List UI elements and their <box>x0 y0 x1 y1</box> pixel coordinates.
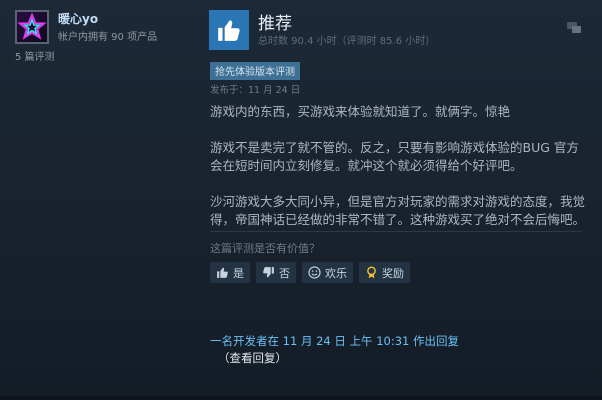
review-card: 暖心yo 帐户内拥有 90 项产品 5 篇评测 推荐 总时数 90.4 小时（评… <box>0 0 602 400</box>
posted-date: 发布于：11 月 24 日 <box>210 85 301 96</box>
divider <box>0 396 602 400</box>
review-paragraph: 游戏内的东西，买游戏来体验就知道了。就俩字。惊艳 <box>210 104 511 119</box>
star-avatar-icon <box>17 12 47 40</box>
award-icon <box>364 266 378 280</box>
author-review-count[interactable]: 5 篇评测 <box>15 48 55 63</box>
review-text: 游戏内的东西，买游戏来体验就知道了。就俩字。惊艳 游戏不是卖完了就不管的。反之，… <box>210 103 585 247</box>
thumbs-up-icon <box>215 266 229 280</box>
divider <box>210 231 582 232</box>
recommended-thumb <box>209 10 249 50</box>
review-paragraph: 游戏不是卖完了就不管的。反之，只要有影响游戏体验的BUG 官方会在短时间内立刻修… <box>210 140 579 173</box>
helpful-question: 这篇评测是否有价值？ <box>210 242 320 255</box>
translate-icon[interactable] <box>566 20 582 34</box>
avatar[interactable] <box>15 10 49 44</box>
thumbs-up-icon <box>218 20 240 41</box>
playtime: 总时数 90.4 小时（评测时 85.6 小时） <box>258 36 436 47</box>
award-button[interactable]: 奖励 <box>359 262 410 283</box>
vote-yes-label: 是 <box>233 266 244 280</box>
review-paragraph: 沙河游戏大多大同小异，但是官方对玩家的需求对游戏的态度，我觉得，帝国神话已经做的… <box>210 194 586 227</box>
vote-yes-button[interactable]: 是 <box>210 262 250 283</box>
smile-icon <box>307 266 321 280</box>
thumbs-down-icon <box>261 266 275 280</box>
developer-reply-notice[interactable]: 一名开发者在 11 月 24 日 上午 10:31 作出回复 <box>210 333 459 349</box>
vote-funny-button[interactable]: 欢乐 <box>302 262 353 283</box>
award-label: 奖励 <box>382 266 404 280</box>
early-access-tag: 抢先体验版本评测 <box>210 62 300 80</box>
vote-buttons: 是 否 欢乐 奖励 <box>210 262 410 283</box>
vote-funny-label: 欢乐 <box>325 266 347 280</box>
vote-no-button[interactable]: 否 <box>256 262 296 283</box>
view-reply-link[interactable]: （查看回复） <box>218 350 287 366</box>
author-name[interactable]: 暖心yo <box>58 10 98 27</box>
vote-no-label: 否 <box>279 266 290 280</box>
author-games-owned[interactable]: 帐户内拥有 90 项产品 <box>58 28 157 43</box>
review-verdict[interactable]: 推荐 <box>258 9 292 34</box>
